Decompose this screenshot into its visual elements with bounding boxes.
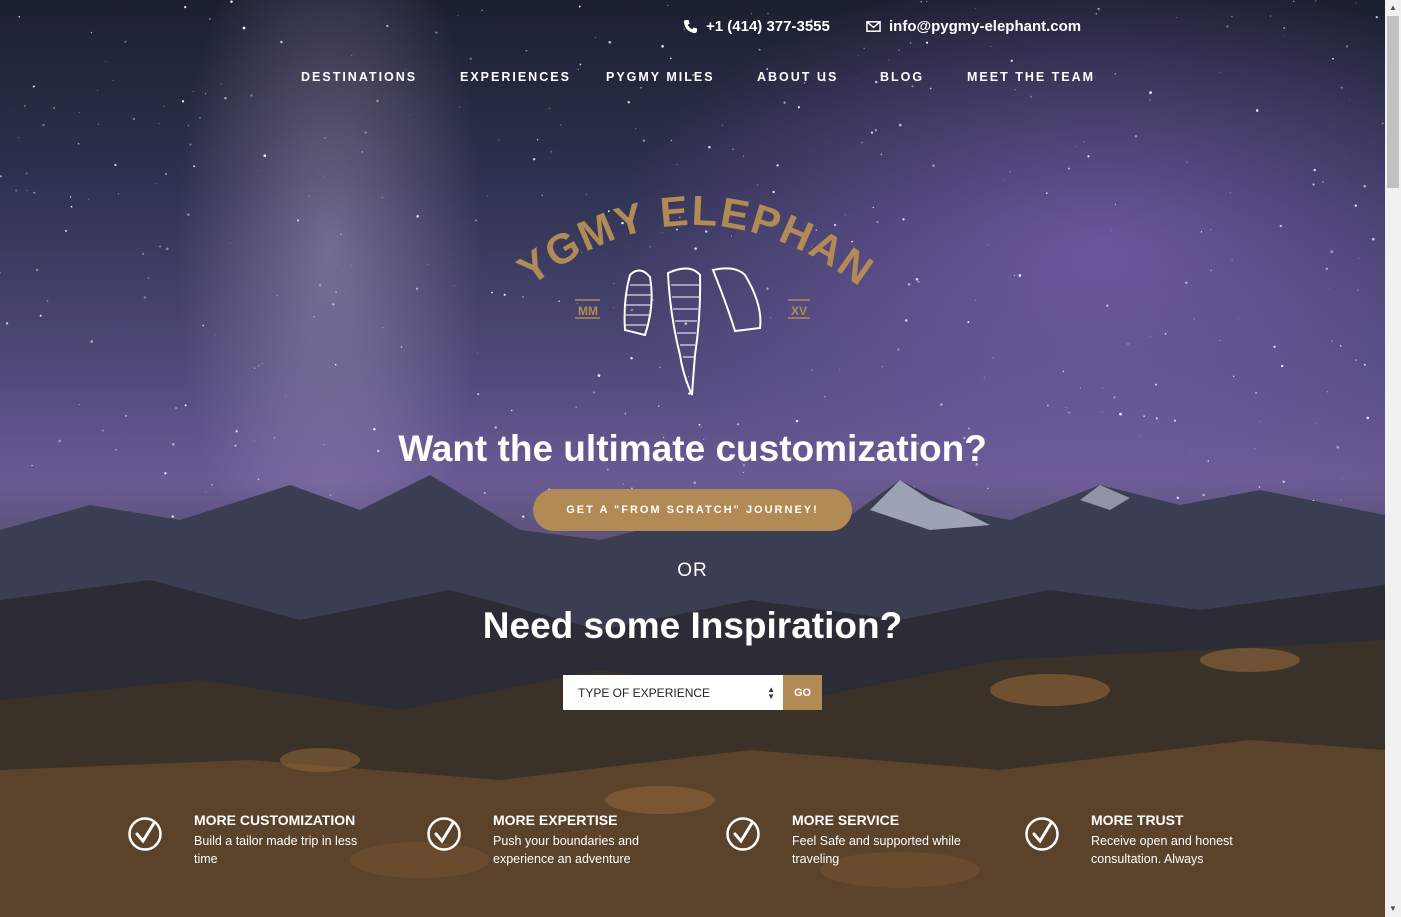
nav-item-blog[interactable]: BLOG <box>880 70 924 84</box>
customization-heading: Want the ultimate customization? <box>398 428 987 469</box>
feature-title: MORE CUSTOMIZATION <box>194 812 356 828</box>
or-divider: OR <box>677 560 708 581</box>
phone-icon <box>683 19 698 34</box>
nav-item-meet-the-team[interactable]: MEET THE TEAM <box>967 70 1095 84</box>
feature-title: MORE SERVICE <box>792 812 900 828</box>
feature-trust: MORE TRUST Receive open and honest consu… <box>1024 812 1294 872</box>
logo-left-mark: MM <box>578 304 598 318</box>
inspiration-heading: Need some Inspiration? <box>482 605 903 646</box>
scroll-up-icon[interactable]: ▲ <box>1385 0 1401 16</box>
feature-service: MORE SERVICE Feel Safe and supported whi… <box>725 812 995 872</box>
main-navigation: DESTINATIONS EXPERIENCES PYGMY MILES ABO… <box>0 70 1385 90</box>
check-circle-icon <box>427 817 461 851</box>
elephant-map-icon <box>623 267 762 396</box>
pygmy-elephant-logo[interactable]: PYGMY ELEPHANT MM XV <box>505 195 885 405</box>
feature-description: Receive open and honest consultation. Al… <box>1091 834 1233 866</box>
experience-type-select[interactable]: TYPE OF EXPERIENCE ▲ ▼ <box>563 675 783 710</box>
phone-contact[interactable]: +1 (414) 377-3555 <box>683 18 830 35</box>
nav-item-destinations[interactable]: DESTINATIONS <box>301 70 417 84</box>
from-scratch-journey-button[interactable]: GET A "FROM SCRATCH" JOURNEY! <box>533 489 852 531</box>
feature-title: MORE EXPERTISE <box>493 812 618 828</box>
feature-description: Feel Safe and supported while traveling <box>792 834 961 866</box>
email-address: info@pygmy-elephant.com <box>889 18 1082 35</box>
logo-right-mark: XV <box>791 304 807 318</box>
feature-expertise: MORE EXPERTISE Push your boundaries and … <box>426 812 696 872</box>
check-circle-icon <box>1025 817 1059 851</box>
check-circle-icon <box>128 817 162 851</box>
email-contact[interactable]: info@pygmy-elephant.com <box>866 18 1081 35</box>
scroll-down-icon[interactable]: ▼ <box>1385 901 1401 917</box>
envelope-icon <box>866 21 881 32</box>
nav-item-pygmy-miles[interactable]: PYGMY MILES <box>606 70 715 84</box>
nav-item-about-us[interactable]: ABOUT US <box>757 70 838 84</box>
top-contact-bar: +1 (414) 377-3555 info@pygmy-elephant.co… <box>0 18 1385 42</box>
feature-description: Push your boundaries and experience an a… <box>493 834 639 866</box>
select-arrows-icon: ▲ ▼ <box>767 685 775 701</box>
phone-number: +1 (414) 377-3555 <box>706 18 830 35</box>
feature-title: MORE TRUST <box>1091 812 1184 828</box>
feature-description: Build a tailor made trip in less time <box>194 834 358 866</box>
go-button[interactable]: GO <box>783 675 822 710</box>
experience-type-value: TYPE OF EXPERIENCE <box>578 685 711 700</box>
check-circle-icon <box>726 817 760 851</box>
scrollbar-thumb[interactable] <box>1387 16 1399 188</box>
feature-customization: MORE CUSTOMIZATION Build a tailor made t… <box>127 812 397 872</box>
nav-item-experiences[interactable]: EXPERIENCES <box>460 70 571 84</box>
logo-text: PYGMY ELEPHANT <box>505 195 883 295</box>
vertical-scrollbar[interactable]: ▲ ▼ <box>1385 0 1401 917</box>
